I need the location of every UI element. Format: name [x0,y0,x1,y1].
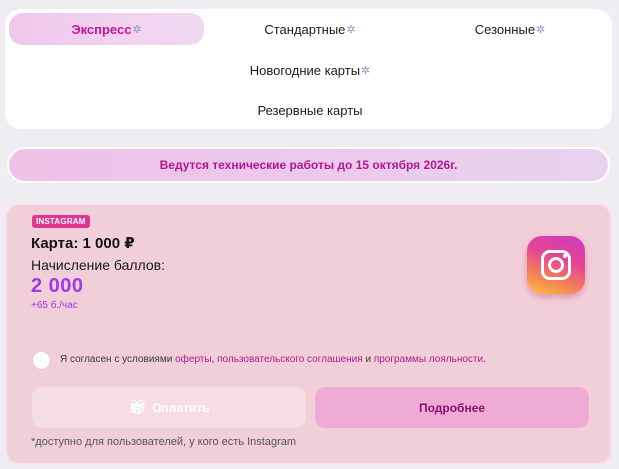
availability-note: *доступно для пользователей, у кого есть… [31,436,297,448]
details-button-label: Подробнее [418,400,486,415]
tab-seasonal[interactable]: Сезонные ✲ [415,13,605,45]
tab-standard[interactable]: Стандартные ✲ [215,13,405,45]
tab-express[interactable]: Экспресс ✲ [9,13,204,45]
gift-icon: 🎁︎ [128,399,147,415]
tab-label: Резервные карты [257,102,363,118]
agreement-checkbox[interactable] [32,351,51,370]
agreement-separator: и [362,354,374,365]
tab-label: Стандартные [264,21,346,37]
gear-icon: ✲ [346,23,356,36]
instagram-icon [527,236,585,294]
tab-label: Экспресс [71,21,132,37]
tab-label: Сезонные [474,21,536,37]
gear-icon: ✲ [132,23,142,36]
platform-badge: INSTAGRAM [32,215,90,228]
user-agreement-link[interactable]: пользовательского соглашения [217,354,363,365]
tab-label: Новогодние карты [249,62,361,78]
details-button[interactable]: Подробнее [315,387,589,428]
points-rate: +65 б./час [31,300,78,311]
offer-link[interactable]: оферты [175,354,211,365]
gear-icon: ✲ [536,23,546,36]
agreement-text: Я согласен с условиями оферты, пользоват… [60,354,486,365]
card-price-title: Карта: 1 000 ₽ [31,235,135,252]
category-tabs-panel: Экспресс ✲ Стандартные ✲ Сезонные ✲ Новогод… [5,9,612,129]
agreement-suffix: . [483,354,486,365]
gear-icon: ✲ [361,64,371,77]
offer-card: INSTAGRAM Карта: 1 000 ₽ Начисление балл… [5,203,612,465]
agreement-prefix: Я согласен с условиями [60,354,176,365]
loyalty-program-link[interactable]: программы лояльности [374,354,483,365]
pay-button[interactable]: 🎁︎ Оплатить [32,387,306,428]
tab-new-year[interactable]: Новогодние карты ✲ [185,54,435,86]
maintenance-banner: Ведутся технические работы до 15 октября… [7,147,610,183]
points-label: Начисление баллов: [31,257,165,273]
banner-text: Ведутся технические работы до 15 октября… [159,158,458,172]
pay-button-label: Оплатить [152,400,210,415]
tab-reserve[interactable]: Резервные карты [185,94,435,126]
points-value: 2 000 [31,275,84,297]
